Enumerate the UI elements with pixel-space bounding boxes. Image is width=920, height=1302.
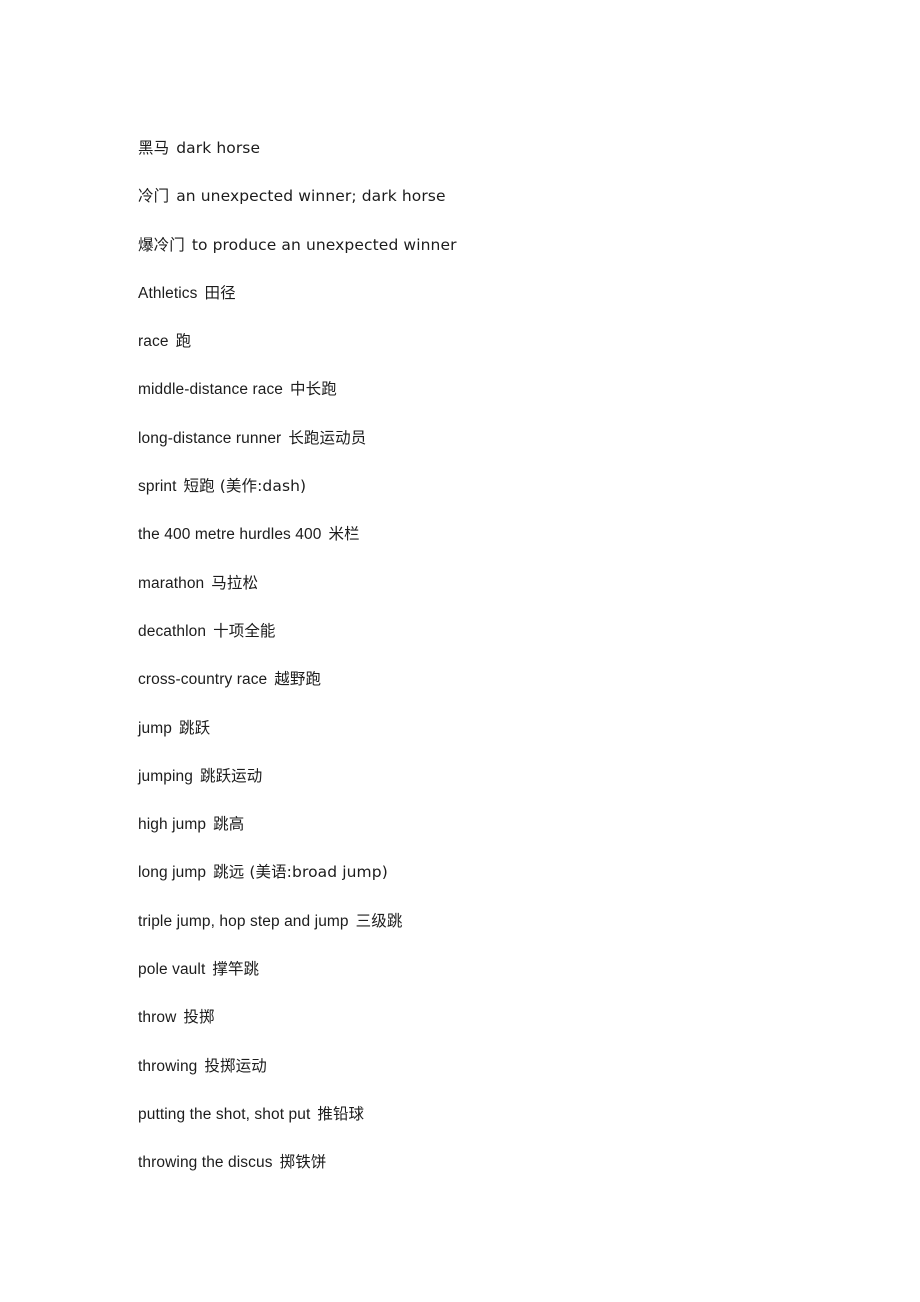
glossary-term: sprint [138, 478, 177, 496]
glossary-entry: long jump 跳远 (美语:broad jump) [138, 857, 838, 905]
glossary-term: long jump [138, 864, 207, 882]
glossary-entry: Athletics 田径 [138, 278, 838, 326]
glossary-term: race [138, 333, 169, 351]
glossary-term: cross-country race [138, 671, 268, 689]
glossary-gloss: 跳远 (美语:broad jump) [213, 863, 388, 882]
glossary-gloss: 跳高 [213, 815, 245, 834]
glossary-gloss: 掷铁饼 [279, 1153, 327, 1172]
glossary-entry: the 400 metre hurdles 400 米栏 [138, 519, 838, 567]
glossary-entry: race 跑 [138, 326, 838, 374]
glossary-term: long-distance runner [138, 429, 282, 447]
glossary-entry: high jump 跳高 [138, 809, 838, 857]
glossary-entry: 黑马 dark horse [138, 133, 838, 181]
glossary-gloss: 短跑 (美作:dash) [183, 477, 307, 496]
glossary-entry: pole vault 撑竿跳 [138, 954, 838, 1002]
glossary-term: pole vault [138, 961, 206, 979]
glossary-term: marathon [138, 574, 205, 592]
glossary-entry: middle-distance race 中长跑 [138, 374, 838, 422]
glossary-term: high jump [138, 816, 207, 834]
glossary-term: throw [138, 1009, 177, 1027]
glossary-entry: throwing the discus 掷铁饼 [138, 1147, 838, 1195]
glossary-entry: triple jump, hop step and jump 三级跳 [138, 906, 838, 954]
glossary-term: throwing the discus [138, 1154, 273, 1172]
glossary-term: jump [138, 719, 172, 737]
glossary-gloss: 跳跃 [179, 718, 211, 737]
glossary-entry: jump 跳跃 [138, 713, 838, 761]
glossary-gloss: 田径 [204, 283, 236, 302]
glossary-term: throwing [138, 1057, 198, 1075]
glossary-entry: sprint 短跑 (美作:dash) [138, 471, 838, 519]
glossary-gloss: 跳跃运动 [199, 766, 263, 785]
glossary-gloss: 越野跑 [274, 670, 322, 689]
glossary-gloss: 中长跑 [290, 380, 337, 399]
glossary-gloss: 三级跳 [355, 911, 403, 930]
glossary-gloss: an unexpected winner; dark horse [176, 187, 446, 206]
glossary-term: 黑马 [138, 140, 170, 157]
glossary-gloss: 投掷 [183, 1008, 215, 1027]
glossary-entry: throwing 投掷运动 [138, 1051, 838, 1099]
glossary-entry: decathlon 十项全能 [138, 616, 838, 664]
glossary-term: putting the shot, shot put [138, 1105, 311, 1123]
glossary-gloss: dark horse [176, 139, 261, 157]
glossary-term: 爆冷门 [138, 236, 185, 254]
glossary-gloss: 米栏 [328, 525, 360, 544]
glossary-term: Athletics [138, 284, 198, 302]
glossary-term: decathlon [138, 622, 207, 640]
glossary-gloss: 投掷运动 [204, 1056, 267, 1075]
glossary-gloss: to produce an unexpected winner [191, 235, 457, 254]
glossary-entry: marathon 马拉松 [138, 568, 838, 616]
glossary-term: 冷门 [138, 188, 170, 206]
glossary-entry: cross-country race 越野跑 [138, 664, 838, 712]
glossary-term: middle-distance race [138, 381, 284, 399]
glossary-term: triple jump, hop step and jump [138, 912, 349, 930]
glossary-entry: long-distance runner 长跑运动员 [138, 423, 838, 471]
glossary-entry: throw 投掷 [138, 1002, 838, 1050]
glossary-gloss: 十项全能 [213, 621, 276, 640]
glossary-term: jumping [138, 767, 193, 785]
glossary-gloss: 马拉松 [211, 573, 259, 592]
glossary-term: the 400 metre hurdles 400 [138, 526, 322, 544]
glossary-gloss: 跑 [175, 332, 192, 351]
glossary-entry: putting the shot, shot put 推铅球 [138, 1099, 838, 1147]
glossary-gloss: 长跑运动员 [288, 428, 367, 447]
glossary-entry: 爆冷门 to produce an unexpected winner [138, 230, 838, 278]
glossary-gloss: 撑竿跳 [212, 960, 260, 979]
glossary-entry: jumping 跳跃运动 [138, 761, 838, 809]
glossary-entry: 冷门 an unexpected winner; dark horse [138, 181, 838, 229]
glossary-list: 黑马 dark horse 冷门 an unexpected winner; dark… [138, 133, 838, 1196]
document-page: 黑马 dark horse 冷门 an unexpected winner; dark… [0, 0, 920, 1302]
glossary-gloss: 推铅球 [317, 1104, 365, 1123]
